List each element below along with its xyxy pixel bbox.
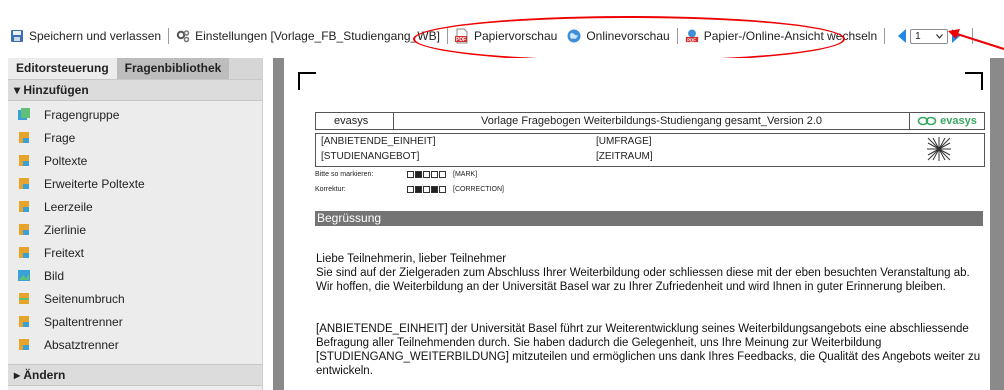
sidebar-item-label: Spaltentrenner (44, 314, 123, 329)
section-title-begruessung[interactable]: Begrüssung (315, 211, 983, 226)
decorative-line-icon (19, 224, 29, 235)
sidebar-tabs: Editorsteuerung Fragenbibliothek (8, 58, 262, 79)
paper-preview-button[interactable]: PDF Papiervorschau (454, 28, 558, 44)
evasys-logo-icon (917, 116, 937, 126)
form-code-icon (927, 137, 951, 161)
correction-label: Korrektur: (315, 186, 346, 194)
globe-icon (567, 29, 581, 43)
sidebar-item-label: Frage (44, 130, 76, 145)
sidebar-item-label: Fragengruppe (44, 107, 120, 122)
switch-view-button[interactable]: PDF Papier-/Online-Ansicht wechseln (685, 28, 877, 44)
sidebar-item-label: Leerzeile (44, 199, 93, 214)
paragraph-separator-icon (19, 339, 29, 350)
svg-text:PDF: PDF (456, 37, 466, 43)
sidebar-item-label: Zierlinie (44, 222, 87, 237)
mark-example-boxes (407, 171, 447, 178)
sidebar-item-label: Erweiterte Poltexte (44, 176, 145, 191)
paper-preview-label: Papiervorschau (473, 29, 558, 43)
section-add-header[interactable]: ▾ Hinzufügen (8, 79, 262, 101)
extended-pole-text-icon (19, 178, 29, 189)
page-number-value: 1 (915, 30, 921, 42)
toolbar-divider (446, 28, 448, 44)
pdf-icon: PDF (454, 28, 468, 44)
evasys-logo: evasys (910, 113, 984, 129)
save-icon (11, 30, 23, 42)
field-umfrage: [UMFRAGE] (596, 136, 652, 147)
greeting-line: Liebe Teilnehmerin, lieber Teilnehmer (316, 253, 507, 265)
toolbar-divider (972, 28, 974, 44)
questionnaire-page: evasys Vorlage Fragebogen Weiterbildungs… (284, 58, 990, 390)
header-title: Vorlage Fragebogen Weiterbildungs-Studie… (394, 113, 910, 129)
crop-mark-top-left (298, 72, 316, 90)
sidebar-item-fragengruppe[interactable]: Fragengruppe (8, 103, 262, 126)
tab-fragenbibliothek[interactable]: Fragenbibliothek (116, 58, 230, 79)
sidebar-item-frage[interactable]: Frage (8, 126, 262, 149)
correction-example-boxes (407, 186, 447, 193)
sidebar-item-label: Seitenumbruch (44, 291, 125, 306)
sidebar-item-label: Poltexte (44, 153, 88, 168)
online-preview-button[interactable]: Onlinevorschau (567, 29, 670, 43)
sidebar: Editorsteuerung Fragenbibliothek ▾ Hinzu… (8, 58, 263, 390)
column-separator-icon (19, 316, 29, 327)
section-change-header[interactable]: ▸ Ändern (8, 364, 262, 386)
settings-button[interactable]: Einstellungen [Vorlage_FB_Studiengang_WB… (176, 29, 440, 43)
pdf-switch-icon: PDF (685, 29, 698, 42)
free-text-icon (19, 247, 29, 258)
field-studienangebot: [STUDIENANGEBOT] (321, 151, 420, 162)
settings-button-label: Einstellungen [Vorlage_FB_Studiengang_WB… (195, 29, 440, 43)
pole-text-icon (19, 155, 29, 166)
page-selector: 1 (898, 28, 961, 44)
sidebar-item-leerzeile[interactable]: Leerzeile (8, 195, 262, 218)
switch-view-label: Papier-/Online-Ansicht wechseln (703, 29, 878, 43)
image-icon (18, 270, 30, 281)
survey-paragraph: [ANBIETENDE_EINHEIT] der Universität Bas… (316, 323, 981, 377)
sidebar-item-label: Bild (44, 268, 65, 283)
question-group-icon (18, 108, 30, 120)
tab-editorsteuerung[interactable]: Editorsteuerung (8, 58, 117, 79)
sidebar-item-poltexte[interactable]: Poltexte (8, 149, 262, 172)
field-zeitraum: [ZEITRAUM] (596, 151, 653, 162)
mark-tag: [MARK] (453, 171, 478, 179)
save-and-exit-button[interactable]: Speichern und verlassen (10, 29, 161, 43)
mark-instruction-row: Bitte so markieren: [MARK] (315, 171, 477, 178)
sidebar-item-spaltentrenner[interactable]: Spaltentrenner (8, 310, 262, 333)
placeholder-fields[interactable]: [ANBIETENDE_EINHEIT] [UMFRAGE] [STUDIENA… (315, 133, 985, 167)
editor-canvas: evasys Vorlage Fragebogen Weiterbildungs… (273, 58, 1004, 390)
correction-tag: [CORRECTION] (453, 186, 504, 194)
page-number-select[interactable]: 1 (910, 28, 949, 44)
previous-page-icon[interactable] (898, 29, 907, 43)
header-left: evasys (316, 113, 394, 129)
empty-line-icon (19, 201, 29, 212)
document-header[interactable]: evasys Vorlage Fragebogen Weiterbildungs… (315, 112, 985, 130)
gears-icon (176, 30, 190, 43)
correction-instruction-row: Korrektur: [CORRECTION] (315, 186, 504, 193)
sidebar-item-seitenumbruch[interactable]: Seitenumbruch (8, 287, 262, 310)
next-page-icon[interactable] (952, 29, 961, 43)
field-anbietende-einheit: [ANBIETENDE_EINHEIT] (321, 136, 436, 147)
sidebar-item-bild[interactable]: Bild (8, 264, 262, 287)
evasys-logo-text: evasys (940, 115, 977, 127)
intro-paragraph: Sie sind auf der Zielgeraden zum Abschlu… (316, 267, 970, 293)
online-preview-label: Onlinevorschau (586, 29, 670, 43)
toolbar: Speichern und verlassen Einstellungen [V… (0, 0, 1004, 62)
section-change-wrapper: ▸ Ändern (8, 364, 262, 386)
toolbar-divider (676, 28, 678, 44)
sidebar-item-zierlinie[interactable]: Zierlinie (8, 218, 262, 241)
sidebar-item-freitext[interactable]: Freitext (8, 241, 262, 264)
sidebar-item-label: Freitext (44, 245, 85, 260)
page-break-icon (19, 293, 29, 304)
sidebar-item-absatztrenner[interactable]: Absatztrenner (8, 333, 262, 356)
crop-mark-top-right (965, 72, 983, 90)
toolbar-divider (168, 28, 170, 44)
question-icon (19, 132, 29, 143)
add-items-list: Fragengruppe Frage Poltexte Erweiterte P… (8, 101, 262, 356)
sidebar-item-label: Absatztrenner (44, 337, 119, 352)
chevron-down-icon (936, 33, 944, 39)
save-button-label: Speichern und verlassen (29, 29, 162, 43)
mark-label: Bitte so markieren: (315, 171, 374, 179)
sidebar-item-erweiterte-poltexte[interactable]: Erweiterte Poltexte (8, 172, 262, 195)
toolbar-divider (884, 28, 886, 44)
svg-text:PDF: PDF (687, 37, 696, 42)
